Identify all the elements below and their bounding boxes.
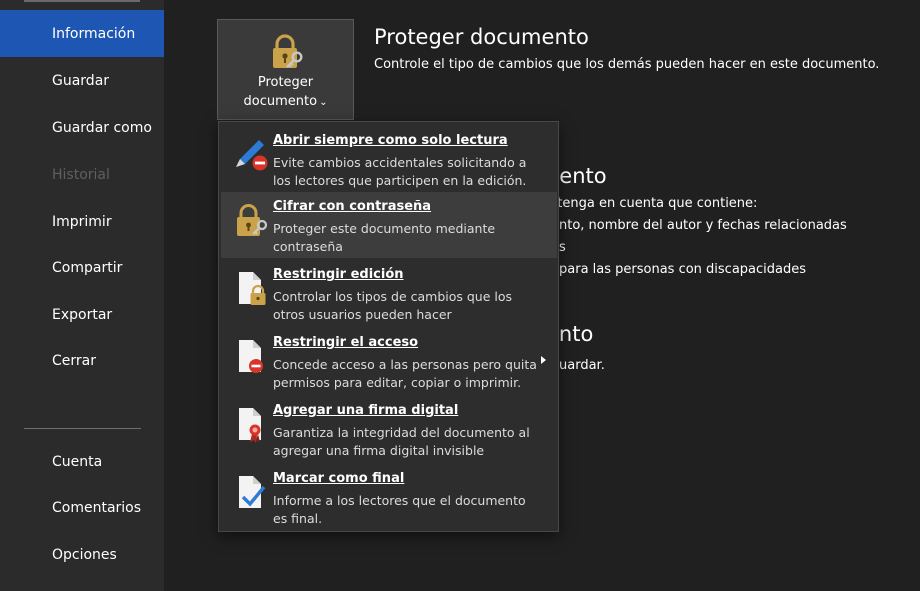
sidebar-item-label: Cuenta — [52, 453, 103, 470]
protect-document-button[interactable]: Proteger documento ⌄ — [217, 19, 354, 120]
pencil-prohibited-icon — [236, 140, 268, 171]
protect-document-label: Proteger documento ⌄ — [244, 73, 328, 112]
submenu-arrow-icon — [541, 356, 546, 364]
inspect-line-4: para las personas con discapacidades — [559, 262, 807, 277]
document-check-icon — [239, 476, 266, 508]
sidebar-item-opciones[interactable]: Opciones — [0, 531, 164, 578]
menu-item-title: Agregar una firma digital — [273, 403, 459, 418]
menu-item-title: Cifrar con contraseña — [273, 199, 432, 214]
sidebar-item-exportar[interactable]: Exportar — [0, 291, 164, 338]
protect-section-title: Proteger documento — [374, 25, 589, 49]
menu-item-encrypt-password[interactable]: Cifrar con contraseña Proteger este docu… — [221, 192, 557, 258]
sidebar-item-label: Guardar como — [52, 119, 152, 136]
sidebar-item-cerrar[interactable]: Cerrar — [0, 337, 164, 384]
sidebar-item-label: Guardar — [52, 72, 110, 89]
sidebar-item-historial: Historial — [0, 151, 164, 198]
sidebar-item-cuenta[interactable]: Cuenta — [0, 438, 164, 485]
menu-item-digital-signature[interactable]: Agregar una firma digital Garantiza la i… — [221, 396, 557, 462]
sidebar-divider — [24, 428, 141, 429]
sidebar-item-informacion[interactable]: Información — [0, 10, 164, 57]
menu-item-mark-final[interactable]: Marcar como final Informe a los lectores… — [221, 464, 557, 530]
sidebar-item-label: Historial — [52, 166, 110, 183]
lock-key-icon — [272, 34, 303, 68]
protect-label-line2: documento — [243, 94, 318, 109]
manage-line-1: uardar. — [559, 358, 605, 373]
menu-item-description: Garantiza la integridad del documento al… — [273, 425, 530, 458]
menu-item-description: Concede acceso a las personas pero quita… — [273, 357, 537, 390]
sidebar-item-compartir[interactable]: Compartir — [0, 244, 164, 291]
sidebar-item-comentarios[interactable]: Comentarios — [0, 484, 164, 531]
menu-item-read-only[interactable]: Abrir siempre como solo lectura Evite ca… — [221, 126, 557, 192]
menu-item-title: Abrir siempre como solo lectura — [273, 133, 508, 148]
sidebar-item-guardar-como[interactable]: Guardar como — [0, 104, 164, 151]
sidebar-item-label: Comentarios — [52, 499, 142, 516]
sidebar-item-label: Imprimir — [52, 213, 112, 230]
inspect-line-2: nto, nombre del autor y fechas relaciona… — [559, 218, 847, 233]
protect-document-menu: Abrir siempre como solo lectura Evite ca… — [218, 121, 559, 532]
document-ribbon-icon — [239, 408, 261, 443]
menu-item-description: Evite cambios accidentales solicitando a… — [273, 155, 527, 188]
protect-section-description: Controle el tipo de cambios que los demá… — [374, 57, 880, 72]
backstage-sidebar: Información Guardar Guardar como Histori… — [0, 0, 164, 591]
sidebar-item-label: Compartir — [52, 259, 123, 276]
chevron-down-icon: ⌄ — [319, 97, 328, 108]
sidebar-item-label: Cerrar — [52, 352, 96, 369]
sidebar-item-label: Información — [52, 25, 136, 42]
lock-key-icon — [237, 204, 268, 236]
menu-item-restrict-access[interactable]: Restringir el acceso Concede acceso a la… — [221, 328, 557, 394]
sidebar-item-label: Exportar — [52, 306, 113, 323]
sidebar-item-guardar[interactable]: Guardar — [0, 57, 164, 104]
inspect-line-1: , tenga en cuenta que contiene: — [549, 196, 758, 211]
inspect-line-3: s — [559, 240, 566, 255]
menu-item-title: Restringir el acceso — [273, 335, 419, 350]
menu-item-title: Restringir edición — [273, 267, 404, 282]
sidebar-top-rule — [24, 0, 140, 2]
protect-label-line1: Proteger — [257, 75, 314, 90]
document-prohibited-icon — [239, 340, 263, 373]
menu-item-restrict-editing[interactable]: Restringir edición Controlar los tipos d… — [221, 260, 557, 326]
sidebar-item-label: Opciones — [52, 546, 117, 563]
sidebar-item-imprimir[interactable]: Imprimir — [0, 198, 164, 245]
menu-item-description: Controlar los tipos de cambios que los o… — [273, 289, 513, 322]
document-lock-icon — [239, 272, 266, 305]
menu-item-description: Proteger este documento mediante contras… — [273, 221, 496, 254]
menu-item-description: Informe a los lectores que el documento … — [273, 493, 526, 526]
menu-item-title: Marcar como final — [273, 471, 405, 486]
